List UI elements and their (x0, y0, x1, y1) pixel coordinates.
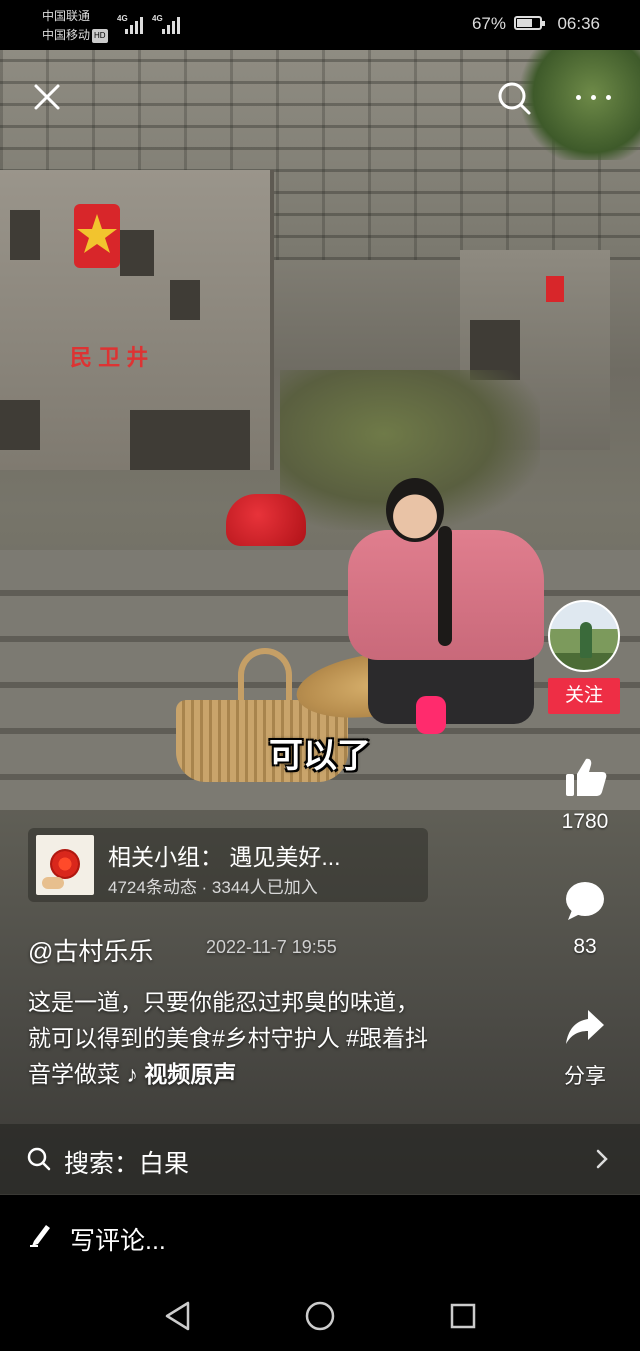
follow-button[interactable]: 关注 (548, 678, 620, 714)
video-subtitle: 可以了 (269, 737, 371, 775)
network-type-2: 4G (152, 14, 163, 23)
signal-icon-2: 4G (152, 14, 184, 34)
share-arrow-icon[interactable] (564, 1008, 606, 1048)
system-navigation-bar (0, 1285, 640, 1351)
desc-line-3: 音学做菜 ♪ 视频原声 (28, 1056, 548, 1092)
more-icon[interactable] (572, 90, 616, 106)
battery-icon (514, 16, 545, 30)
desc-line-1: 这是一道，只要你能忍过邦臭的味道， (28, 989, 419, 1015)
post-description: 这是一道，只要你能忍过邦臭的味道， 就可以得到的美食#乡村守护人 #跟着抖 音学… (28, 984, 548, 1092)
search-icon (27, 1147, 51, 1171)
group-title: 相关小组： 遇见美好... (108, 844, 341, 870)
pen-icon (30, 1225, 50, 1247)
related-search-text: 搜索：白果 (64, 1150, 190, 1178)
hashtag-link[interactable]: #跟着抖 (346, 1025, 428, 1051)
battery-percent: 67% (471, 14, 506, 33)
red-carved-mark: 民 卫 井 (70, 345, 149, 370)
hashtag-continuation[interactable]: 音学做菜 (28, 1061, 120, 1087)
carrier-1: 中国联通 (42, 9, 91, 23)
status-bar: 中国联通 中国移动 HD 4G 4G 67% 06:36 (0, 0, 640, 50)
comment-bubble-icon[interactable] (564, 880, 606, 922)
person-braid (438, 526, 452, 646)
signal-icon-1: 4G (117, 14, 147, 34)
related-search-bar[interactable]: 搜索：白果 (0, 1124, 640, 1194)
battery-fill (517, 19, 532, 27)
red-bag (226, 494, 306, 546)
related-group-card[interactable]: 相关小组： 遇见美好... 4724条动态 · 3344人已加入 (28, 828, 428, 902)
home-circle-icon[interactable] (304, 1300, 336, 1332)
red-star-emblem (74, 204, 120, 268)
music-link[interactable]: ♪ 视频原声 (126, 1061, 236, 1087)
carrier-2-label: 中国移动 (42, 28, 91, 42)
carrier-2: 中国移动 HD (42, 28, 108, 43)
hd-badge: HD (92, 28, 108, 43)
recent-apps-icon[interactable] (449, 1302, 477, 1330)
search-icon[interactable] (496, 80, 532, 116)
chevron-right-icon (596, 1149, 608, 1169)
author-name[interactable]: @古村乐乐 (28, 932, 153, 968)
comment-count: 83 (573, 935, 597, 958)
like-thumb-icon[interactable] (564, 756, 608, 798)
hashtag-link[interactable]: #乡村守护人 (212, 1025, 340, 1051)
comment-input[interactable]: 写评论... (70, 1221, 166, 1257)
group-thumbnail (36, 835, 94, 895)
desc-line-2: 就可以得到的美食#乡村守护人 #跟着抖 (28, 1020, 548, 1056)
network-type-1: 4G (117, 14, 128, 23)
desc-line-2-text: 就可以得到的美食 (28, 1025, 212, 1051)
stone-shrine: 民 卫 井 (0, 170, 274, 470)
person-head (386, 478, 444, 542)
like-count: 1780 (561, 810, 609, 833)
close-icon[interactable] (32, 82, 62, 112)
comment-bar[interactable]: 写评论... (0, 1195, 640, 1285)
back-triangle-icon[interactable] (162, 1300, 194, 1332)
post-date: 2022-11-7 19:55 (206, 937, 337, 957)
group-stats: 4724条动态 · 3344人已加入 (108, 878, 318, 897)
clock: 06:36 (557, 14, 600, 33)
share-label[interactable]: 分享 (548, 1060, 622, 1090)
author-avatar[interactable] (548, 600, 620, 672)
